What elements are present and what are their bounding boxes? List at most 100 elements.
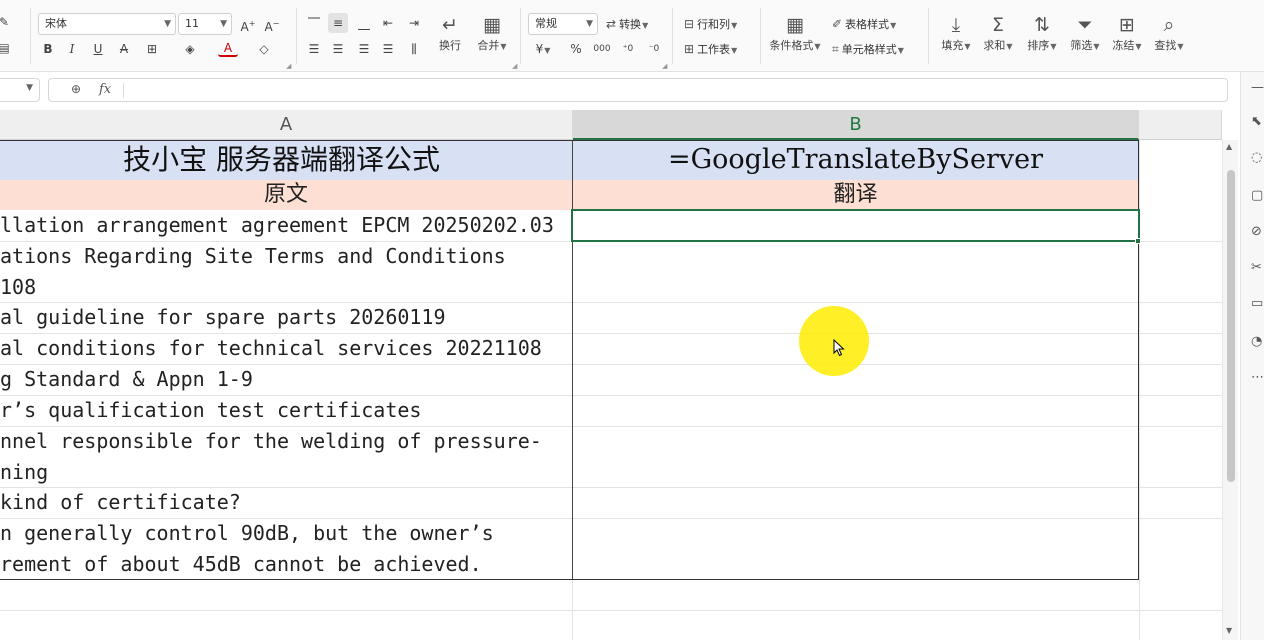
freeze-label: 冻结 — [1112, 39, 1135, 52]
clear-format-icon[interactable]: ◇ — [254, 39, 274, 59]
font-name-select[interactable]: 宋体 ▼ — [38, 13, 176, 35]
currency-glyph: ¥ — [535, 42, 544, 56]
scroll-down-icon[interactable]: ▼ — [1226, 626, 1232, 635]
worksheet-icon: ⊞ — [684, 42, 695, 56]
worksheet-button[interactable]: ⊞ 工作表▼ — [684, 39, 737, 59]
filter-button[interactable]: ⏷ 筛选▼ — [1063, 12, 1107, 55]
sort-button[interactable]: ⇅ 排序▼ — [1020, 12, 1064, 55]
gridline — [572, 580, 573, 640]
distributed-icon[interactable]: ⫼ — [404, 39, 424, 59]
cell-text-line: llation arrangement agreement EPCM 20250… — [0, 213, 554, 237]
style-icon[interactable]: ⊘ — [1251, 224, 1264, 239]
name-box[interactable]: ▼ — [0, 78, 40, 102]
align-right-icon[interactable]: ☰ — [354, 39, 374, 59]
fill-down-icon: ⤓ — [951, 14, 961, 36]
font-size-select[interactable]: 11 ▼ — [178, 13, 232, 35]
decrease-indent-icon[interactable]: ⇤ — [378, 13, 398, 33]
align-center-icon[interactable]: ☰ — [328, 39, 348, 59]
number-dialog-launcher-icon[interactable]: ◢ — [662, 62, 667, 70]
sum-button[interactable]: Σ 求和▼ — [976, 12, 1020, 55]
wrap-text-button[interactable]: ↵ 换行 — [428, 12, 472, 54]
increase-indent-icon[interactable]: ⇥ — [404, 13, 424, 33]
conditional-format-button[interactable]: ▦ 条件格式▼ — [766, 12, 824, 55]
merge-button[interactable]: ▦ 合并▼ — [470, 12, 514, 55]
fill-handle[interactable] — [1135, 238, 1141, 244]
font-color-button[interactable]: A — [218, 39, 238, 57]
fill-color-icon[interactable]: ◈ — [180, 39, 200, 59]
freeze-button[interactable]: ⊞ 冻结▼ — [1105, 12, 1149, 55]
italic-button[interactable]: I — [62, 39, 82, 59]
conditional-format-icon: ▦ — [786, 14, 804, 36]
cell-a7[interactable]: g Standard & Appn 1-9 — [0, 364, 572, 395]
border-icon[interactable]: ⊞ — [142, 39, 162, 59]
more-icon[interactable]: ⋯ — [1251, 370, 1264, 385]
convert-button[interactable]: ⇄ 转换▼ — [606, 14, 648, 34]
row-col-button[interactable]: ⊟ 行和列▼ — [684, 14, 737, 34]
cell-style-icon: ⌗ — [832, 42, 839, 56]
cell-style-button[interactable]: ⌗ 单元格样式▼ — [832, 39, 904, 59]
decrease-decimal-icon[interactable]: ⁻0 — [644, 39, 664, 59]
convert-icon: ⇄ — [606, 17, 617, 31]
justify-icon[interactable]: ☰ — [378, 39, 398, 59]
fill-button[interactable]: ⤓ 填充▼ — [934, 12, 978, 55]
page-icon[interactable]: ▢ — [1251, 188, 1264, 203]
cell-a6[interactable]: al conditions for technical services 202… — [0, 333, 572, 364]
format-painter-icon[interactable]: ✎ — [0, 12, 14, 32]
document-icon[interactable]: ▭ — [1251, 296, 1264, 311]
align-dialog-launcher-icon[interactable]: ◢ — [512, 62, 517, 70]
find-button[interactable]: ⌕ 查找▼ — [1147, 12, 1191, 55]
underline-button[interactable]: U — [88, 39, 108, 59]
fx-icon[interactable]: fx — [99, 82, 111, 97]
help-icon[interactable]: ◔ — [1251, 334, 1264, 349]
cell-text-line: ations Regarding Site Terms and Conditio… — [0, 244, 506, 268]
cell-a5[interactable]: al guideline for spare parts 20260119 — [0, 302, 572, 333]
scrollbar-thumb[interactable] — [1227, 170, 1235, 482]
cell-a2-header[interactable]: 原文 — [0, 180, 572, 210]
active-cell-b3[interactable] — [571, 209, 1140, 242]
paste-icon[interactable]: ▤ — [0, 38, 14, 58]
increase-decimal-icon[interactable]: ⁺0 — [618, 39, 638, 59]
align-middle-icon[interactable]: ≡ — [328, 13, 348, 33]
align-bottom-icon[interactable]: ⎽ — [354, 13, 374, 33]
number-format-select[interactable]: 常规 ▼ — [528, 13, 598, 35]
select-icon[interactable]: ⬉ — [1251, 114, 1264, 129]
bold-button[interactable]: B — [38, 39, 58, 59]
column-header-a[interactable]: A — [0, 110, 573, 140]
align-top-icon[interactable]: ⎺ — [304, 13, 324, 33]
cell-text-line: al conditions for technical services 202… — [0, 336, 542, 360]
cell-a8[interactable]: r’s qualification test certificates — [0, 395, 572, 426]
cell-b1-formula-title[interactable]: =GoogleTranslateByServer — [572, 140, 1139, 180]
align-left-icon[interactable]: ☰ — [304, 39, 324, 59]
conditional-format-label: 条件格式 — [769, 39, 814, 52]
decrease-font-icon[interactable]: A− — [262, 14, 282, 34]
shape-icon[interactable]: ◌ — [1251, 150, 1264, 165]
cell-text-line: al guideline for spare parts 20260119 — [0, 305, 446, 329]
column-header-b[interactable]: B — [573, 110, 1139, 140]
column-header-c[interactable] — [1139, 110, 1222, 140]
currency-button[interactable]: ¥▼ — [530, 39, 556, 59]
freeze-label-wrap: 冻结▼ — [1112, 39, 1142, 52]
cond-label-wrap: 条件格式▼ — [769, 39, 821, 52]
table-style-button[interactable]: ✐ 表格样式▼ — [832, 14, 896, 34]
cell-a3[interactable]: llation arrangement agreement EPCM 20250… — [0, 210, 572, 241]
strikethrough-button[interactable]: A — [114, 39, 134, 59]
cell-a1-title[interactable]: 技小宝 服务器端翻译公式 — [0, 140, 572, 180]
thousands-icon[interactable]: 000 — [592, 39, 612, 59]
cell-a4[interactable]: ations Regarding Site Terms and Conditio… — [0, 241, 572, 302]
cell-a10[interactable]: kind of certificate? — [0, 487, 572, 518]
zoom-icon[interactable]: ⊕ — [71, 82, 81, 96]
increase-font-icon[interactable]: A+ — [238, 14, 258, 34]
tools-icon[interactable]: ✂ — [1251, 260, 1264, 275]
percent-button[interactable]: % — [566, 39, 586, 59]
spreadsheet-grid[interactable]: A B 技小宝 服务器端翻译公式 =GoogleTranslateByServe… — [0, 110, 1222, 640]
cell-a11[interactable]: n generally control 90dB, but the owner’… — [0, 518, 572, 580]
cell-b2-header[interactable]: 翻译 — [572, 180, 1139, 210]
row-col-label: 行和列 — [697, 18, 731, 31]
cell-a9[interactable]: nnel responsible for the welding of pres… — [0, 426, 572, 487]
collapse-icon[interactable]: — — [1251, 80, 1264, 95]
filter-label-wrap: 筛选▼ — [1070, 39, 1100, 52]
font-size-value: 11 — [185, 17, 199, 30]
scroll-up-icon[interactable]: ▲ — [1226, 142, 1232, 151]
vertical-scrollbar[interactable]: ▲ ▼ — [1222, 140, 1238, 640]
font-dialog-launcher-icon[interactable]: ◢ — [286, 62, 291, 70]
